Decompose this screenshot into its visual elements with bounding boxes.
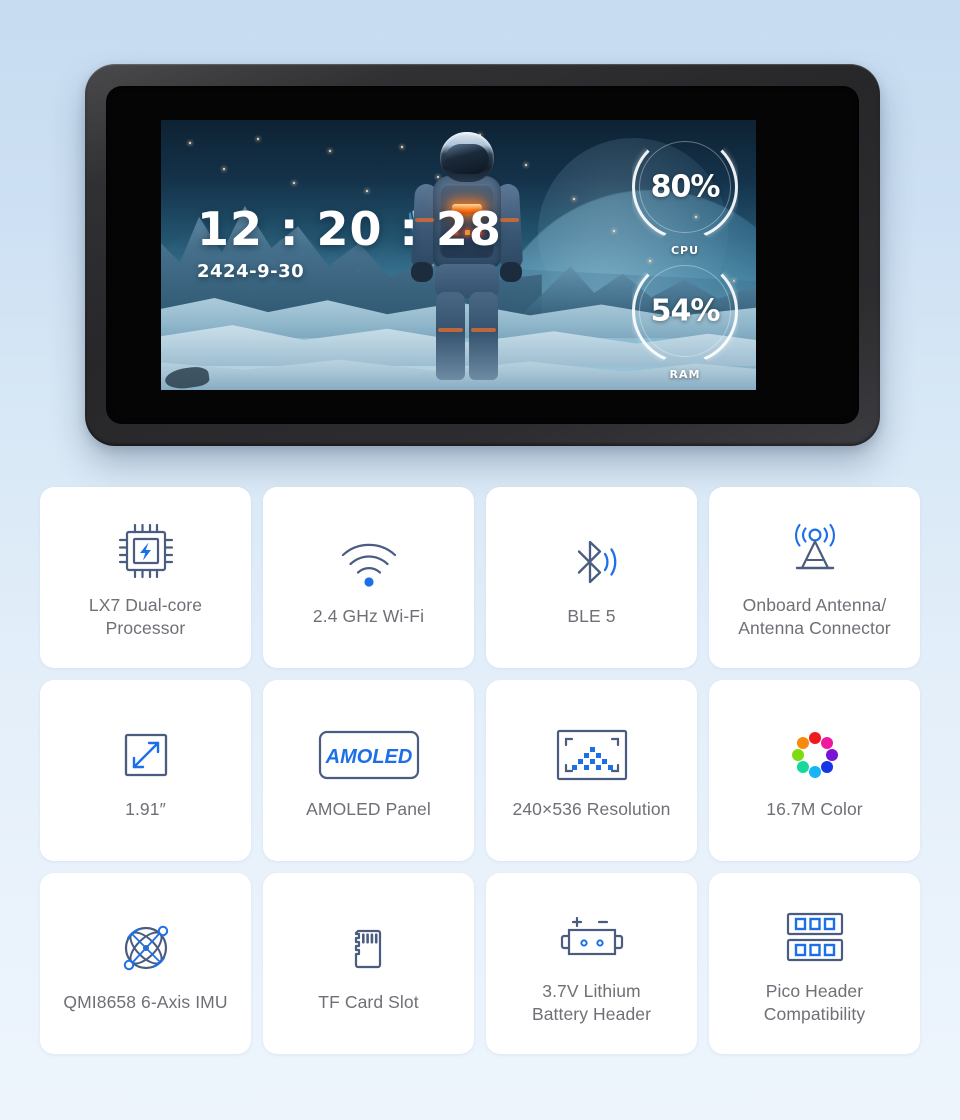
astronaut-stripe	[471, 328, 496, 332]
color-wheel-dot	[825, 749, 838, 762]
color-wheel-dot	[796, 761, 809, 774]
cpu-gauge-label: CPU	[670, 244, 700, 257]
color-wheel-dot	[791, 749, 804, 762]
tf-card-icon	[334, 911, 404, 985]
astronaut-stripe	[500, 218, 519, 222]
color-wheel-dot	[808, 732, 821, 745]
color-wheel-icon	[780, 718, 850, 792]
device-module: 12 : 20 : 28 2424-9-30 80% CPU 54% RAM	[85, 64, 880, 446]
feature-label: 3.7V Lithium Battery Header	[531, 981, 652, 1024]
astronaut-leg-left	[436, 292, 465, 380]
feature-label: Pico Header Compatibility	[763, 981, 866, 1024]
feature-card-pico-header: Pico Header Compatibility	[709, 873, 920, 1054]
diagonal-size-icon	[111, 718, 181, 792]
cpu-gauge-value: 80%	[650, 169, 721, 205]
ram-gauge-label: RAM	[669, 368, 701, 381]
feature-label: BLE 5	[567, 606, 616, 627]
feature-label: 16.7M Color	[766, 799, 863, 820]
feature-card-color: 16.7M Color	[709, 680, 920, 861]
color-wheel-dot	[796, 737, 809, 750]
gyroscope-imu-icon	[111, 911, 181, 985]
astronaut-glove-right	[500, 262, 522, 282]
bluetooth-icon	[557, 525, 627, 599]
wifi-icon	[334, 525, 404, 599]
astronaut-stripe	[438, 328, 463, 332]
feature-card-tfcard: TF Card Slot	[263, 873, 474, 1054]
feature-label: Onboard Antenna/ Antenna Connector	[738, 595, 891, 638]
clock-time: 12 : 20 : 28	[197, 202, 502, 256]
color-wheel-dot	[808, 766, 821, 779]
feature-label: LX7 Dual-core Processor	[88, 595, 203, 638]
device-screen: 12 : 20 : 28 2424-9-30 80% CPU 54% RAM	[106, 86, 859, 424]
feature-label: 1.91″	[125, 799, 166, 820]
color-wheel-dot	[820, 761, 833, 774]
feature-label: 240×536 Resolution	[512, 799, 671, 820]
feature-card-bluetooth: BLE 5	[486, 487, 697, 668]
cpu-chip-icon	[111, 514, 181, 588]
device-bezel: 12 : 20 : 28 2424-9-30 80% CPU 54% RAM	[85, 64, 880, 446]
feature-card-battery: 3.7V Lithium Battery Header	[486, 873, 697, 1054]
feature-label: QMI8658 6-Axis IMU	[63, 992, 228, 1013]
screen-wallpaper: 12 : 20 : 28 2424-9-30 80% CPU 54% RAM	[161, 120, 756, 390]
battery-header-icon	[552, 900, 632, 974]
screen-clock: 12 : 20 : 28 2424-9-30	[197, 206, 502, 282]
ram-gauge: 54% RAM	[632, 258, 738, 381]
feature-label: 2.4 GHz Wi-Fi	[312, 606, 425, 627]
amoled-panel-icon: AMOLED	[317, 718, 421, 792]
feature-card-resolution: 240×536 Resolution	[486, 680, 697, 861]
feature-grid: LX7 Dual-core Processor 2.4 GHz Wi-Fi BL…	[40, 487, 920, 1054]
amoled-badge-text: AMOLED	[324, 746, 412, 768]
resolution-icon	[550, 718, 634, 792]
feature-card-antenna: Onboard Antenna/ Antenna Connector	[709, 487, 920, 668]
feature-card-processor: LX7 Dual-core Processor	[40, 487, 251, 668]
feature-card-imu: QMI8658 6-Axis IMU	[40, 873, 251, 1054]
astronaut-visor	[445, 144, 489, 174]
feature-card-wifi: 2.4 GHz Wi-Fi	[263, 487, 474, 668]
astronaut-leg-right	[469, 292, 498, 380]
color-wheel-dot	[820, 737, 833, 750]
feature-card-amoled: AMOLED AMOLED Panel	[263, 680, 474, 861]
feature-label: TF Card Slot	[318, 992, 419, 1013]
antenna-tower-icon	[780, 514, 850, 588]
feature-card-size: 1.91″	[40, 680, 251, 861]
ram-gauge-value: 54%	[650, 293, 721, 329]
pico-header-icon	[775, 900, 855, 974]
feature-label: AMOLED Panel	[306, 799, 431, 820]
clock-date: 2424-9-30	[197, 261, 305, 282]
cpu-gauge: 80% CPU	[632, 134, 738, 257]
